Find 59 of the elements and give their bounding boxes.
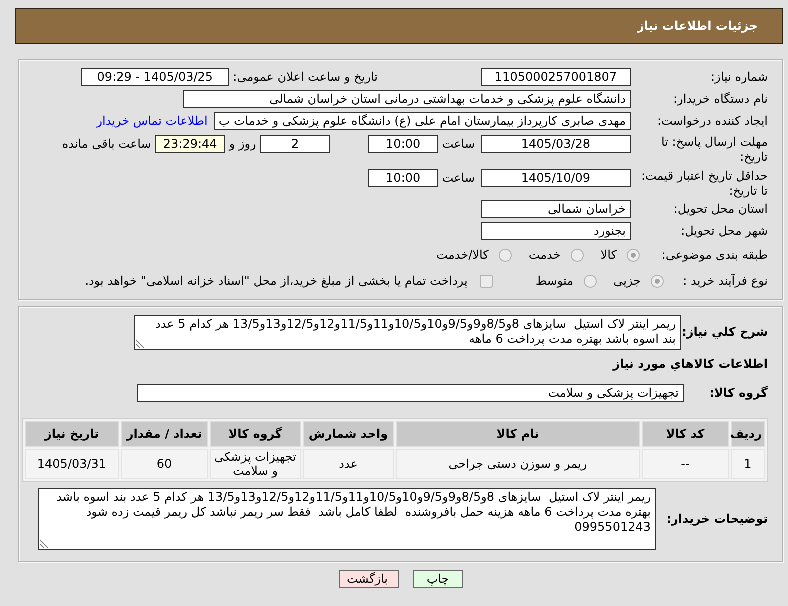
table-cell: تجهیزات پزشکی و سلامت bbox=[210, 449, 301, 479]
description-textarea[interactable]: ریمر اینتر لاک استیل سایزهای 8و8/5و9و9/5و10و10/5و11و11/5و12و12/5و13و13/5 هر کدام 5 عدد بند اسوه باشد بهتره مدت پرداخت 6 ماهه bbox=[134, 315, 681, 350]
goods-group-field[interactable]: تجهیزات پزشکی و سلامت bbox=[137, 384, 684, 402]
section-heading: اطلاعات کالاهاي مورد نياز bbox=[613, 357, 768, 372]
field-label: نام دستگاه خریدار: bbox=[672, 92, 768, 106]
print-button[interactable]: چاپ bbox=[413, 570, 463, 588]
field-label: نوع فرآیند خرید : bbox=[682, 274, 768, 288]
table-cell: 1405/03/31 bbox=[25, 449, 119, 479]
column-header: تعداد / مقدار bbox=[121, 421, 208, 447]
city-field[interactable]: بجنورد bbox=[481, 222, 631, 240]
validity-time-field[interactable]: 10:00 bbox=[368, 169, 438, 187]
field-label: شرح کلي نياز: bbox=[681, 325, 768, 340]
deadline-date-field[interactable]: 1405/03/28 bbox=[481, 135, 631, 153]
resize-grip-icon[interactable] bbox=[136, 339, 145, 348]
field-label: ایجاد کننده درخواست: bbox=[656, 114, 768, 128]
column-header: کد کالا bbox=[642, 421, 729, 447]
time-label: ساعت bbox=[442, 136, 475, 153]
validity-date-field[interactable]: 1405/10/09 bbox=[481, 169, 631, 187]
field-label: شهر محل تحویل: bbox=[680, 224, 768, 238]
requester-field[interactable]: مهدی صابری کارپرداز بیمارستان امام علی (ع) دانشگاه علوم پزشکی و خدمات ب bbox=[214, 112, 631, 130]
time-left-label: ساعت باقی مانده bbox=[62, 136, 152, 153]
days-left-field[interactable]: 2 bbox=[260, 135, 330, 153]
need-number-field[interactable]: 1105000257001807 bbox=[481, 68, 631, 86]
option-label: کالا bbox=[600, 248, 617, 262]
table-cell: 60 bbox=[121, 449, 208, 479]
table-cell: -- bbox=[642, 449, 729, 479]
field-label: توضیحات خریدار: bbox=[666, 512, 768, 526]
notes-textarea[interactable]: ریمر اینتر لاک استیل سایزهای 8و8/5و9و9/5و10و10/5و11و11/5و12و12/5و13و13/5 هر کدام 5 عدد بند اسوه باشد بهتره مدت پرداخت 6 ماهه هزینه حمل بافروشنده لطفا کامل باشد فقط سر ریمر نباشد کل ریمر قیمت زده شود 0995501243 bbox=[38, 488, 656, 550]
column-header: تاریخ نیاز bbox=[25, 421, 119, 447]
deadline-time-field[interactable]: 10:00 bbox=[368, 135, 438, 153]
table-cell: عدد bbox=[303, 449, 394, 479]
days-label: روز و bbox=[229, 136, 256, 153]
field-label: شماره نیاز: bbox=[710, 70, 768, 84]
field-label: استان محل تحویل: bbox=[672, 202, 768, 216]
table-cell: ریمر و سوزن دستی جراحی bbox=[396, 449, 640, 479]
column-header: ردیف bbox=[731, 421, 765, 447]
field-label: گروه کالا: bbox=[708, 386, 768, 400]
checkbox-label: پرداخت تمام یا بخشی از مبلغ خرید،از محل "اسناد خزانه اسلامی" خواهد بود. bbox=[85, 274, 468, 288]
field-label: مهلت ارسال پاسخ: تا تاریخ: bbox=[660, 135, 768, 165]
column-header: گروه کالا bbox=[210, 421, 301, 447]
column-header: واحد شمارش bbox=[303, 421, 394, 447]
field-label: تاریخ و ساعت اعلان عمومی: bbox=[233, 70, 378, 84]
option-label: خدمت bbox=[528, 248, 561, 262]
contact-info-link[interactable]: اطلاعات تماس خریدار bbox=[96, 114, 208, 128]
option-label: جزیی bbox=[614, 274, 641, 288]
resize-grip-icon[interactable] bbox=[40, 539, 49, 548]
province-field[interactable]: خراسان شمالی bbox=[481, 200, 631, 218]
field-label: حداقل تاریخ اعتبار قیمت: تا تاریخ: bbox=[640, 169, 768, 199]
column-header: نام کالا bbox=[396, 421, 640, 447]
page-title: جزئیات اطلاعات نیاز bbox=[637, 18, 758, 34]
time-left-field[interactable]: 23:29:44 bbox=[155, 135, 226, 153]
table-cell: 1 bbox=[731, 449, 765, 479]
back-button[interactable]: بازگشت bbox=[339, 570, 399, 588]
field-label: طبقه بندی موضوعی: bbox=[660, 248, 768, 262]
option-label: متوسط bbox=[536, 274, 574, 288]
announce-date-field[interactable]: 1405/03/25 - 09:29 bbox=[81, 68, 230, 86]
buyer-org-field[interactable]: دانشگاه علوم پزشکی و خدمات بهداشتی درمانی استان خراسان شمالی bbox=[183, 90, 631, 108]
time-label: ساعت bbox=[442, 170, 475, 187]
option-label: کالا/خدمت bbox=[436, 248, 489, 262]
